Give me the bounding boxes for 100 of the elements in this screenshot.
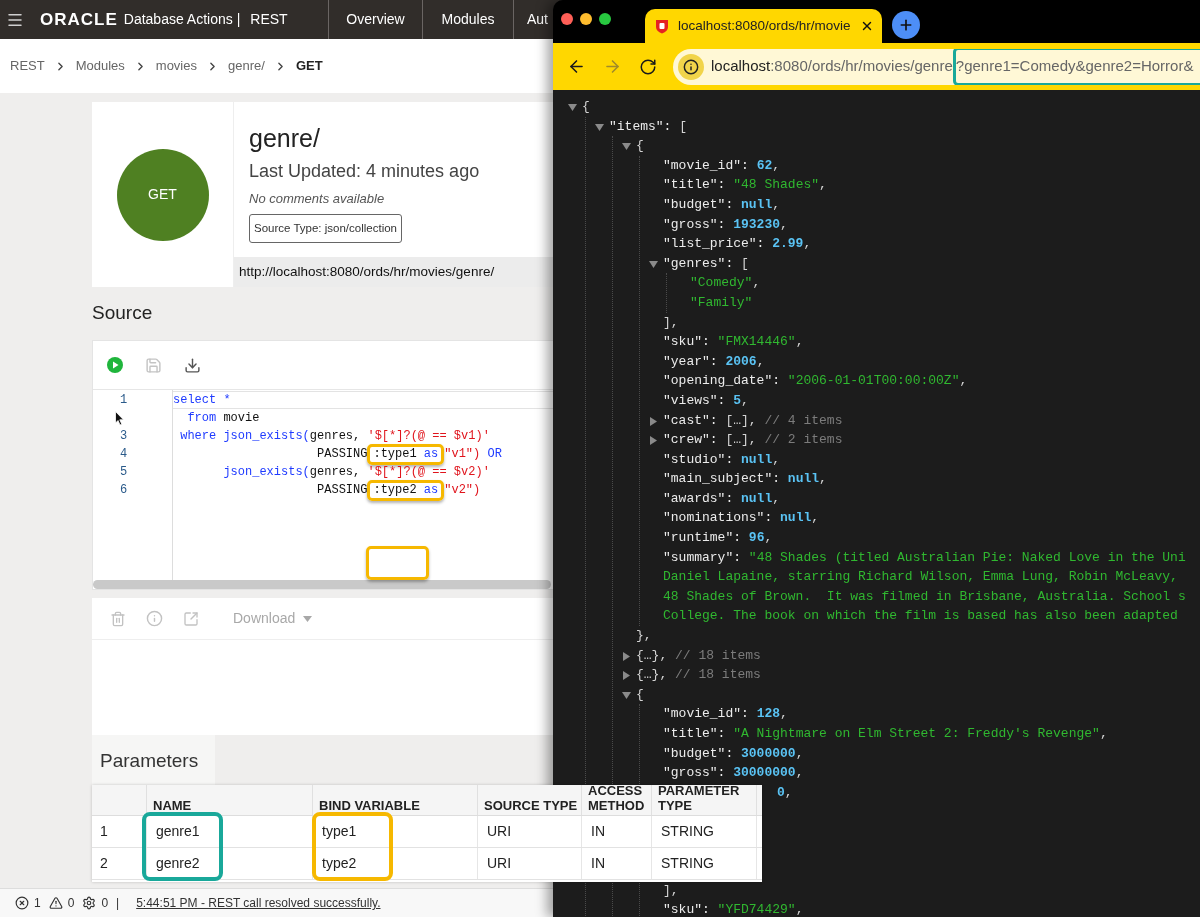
expand-toggle[interactable] <box>649 259 658 269</box>
close-icon[interactable] <box>860 19 874 33</box>
code-line: PASSING :type1 as "v1") OR <box>173 443 502 465</box>
json-line: "gross": 193230, <box>663 216 788 232</box>
column-header: BIND VARIABLE <box>319 798 420 813</box>
table-cell-text: genre2 <box>156 854 200 873</box>
warning-count: 0 <box>67 895 75 912</box>
status-message-link[interactable]: 5:44:51 PM - REST call resolved successfully. <box>136 894 381 912</box>
code-line: where json_exists(genres, '$[*]?(@ == $v1)' <box>179 428 490 445</box>
table-cell-text: type2 <box>322 854 357 873</box>
site-info-icon[interactable] <box>678 53 704 80</box>
line-number: 4 <box>119 446 128 463</box>
json-line: "cast": […], // 4 items <box>663 412 843 428</box>
json-line: "title": "48 Shades", <box>663 177 827 193</box>
line-number: 1 <box>119 392 128 409</box>
new-tab-button[interactable] <box>892 11 920 39</box>
minimize-window-icon[interactable] <box>580 13 592 25</box>
json-line: College. The book on which the film is based has also been adapted <box>663 608 1178 624</box>
json-line: ], <box>663 314 679 330</box>
section-title: Source <box>92 301 153 326</box>
caret-icon <box>303 615 313 622</box>
separator-text: | <box>116 895 120 912</box>
json-line: }, <box>636 628 652 644</box>
json-line: "main_subject": null, <box>663 471 827 487</box>
json-line: 48 Shades of Brown. It was filmed in Brisbane, Australia. School s <box>663 588 1186 604</box>
table-cell-text: URI <box>487 822 512 841</box>
source-type-tag: Source Type: json/collection <box>249 213 402 243</box>
json-line: "sku": "FMX14446", <box>663 334 804 350</box>
handler-url: http://localhost:8080/ords/hr/movies/genre/ <box>239 262 495 281</box>
breadcrumb-item[interactable]: movies <box>155 56 197 76</box>
json-line: "Family" <box>690 294 753 310</box>
settings-count: 0 <box>101 895 109 912</box>
json-line: "opening_date": "2006-01-01T00:00:00Z", <box>663 373 968 389</box>
close-window-icon[interactable] <box>561 13 573 25</box>
json-line: { <box>636 686 644 702</box>
expand-toggle[interactable] <box>568 103 577 112</box>
shield-icon <box>655 18 669 34</box>
line-number: 5 <box>119 464 128 481</box>
error-icon <box>15 896 29 910</box>
tab-title: localhost:8080/ords/hr/movie <box>678 16 851 35</box>
scrollbar[interactable] <box>93 580 551 589</box>
breadcrumb-item[interactable]: genre/ <box>228 56 265 76</box>
json-line: "awards": null, <box>663 490 781 506</box>
expand-toggle[interactable] <box>622 671 631 681</box>
table-cell-text: STRING <box>661 854 714 873</box>
download-icon[interactable] <box>184 356 201 374</box>
json-line: "movie_id": 128, <box>663 706 788 722</box>
table-cell-text: URI <box>487 854 512 873</box>
run-icon[interactable] <box>107 357 123 373</box>
json-line: "runtime": 96, <box>663 530 773 546</box>
json-line: "summary": "48 Shades (titled Australian Pie: Naked Love in the Uni <box>663 549 1186 565</box>
browser-tab[interactable]: localhost:8080/ords/hr/movie <box>645 9 882 43</box>
maximize-window-icon[interactable] <box>599 13 611 25</box>
json-line: "Comedy", <box>690 275 761 291</box>
column-header: NAME <box>153 798 192 813</box>
json-line: "genres": [ <box>663 255 749 271</box>
table-cell-text: genre1 <box>156 822 200 841</box>
handler-title: genre/ <box>249 123 320 154</box>
plus-icon <box>898 17 914 33</box>
expand-toggle[interactable] <box>622 142 631 152</box>
line-number: 6 <box>119 482 128 499</box>
json-line: "budget": 3000000, <box>663 745 804 761</box>
json-line: { <box>636 138 644 154</box>
expand-toggle[interactable] <box>622 690 631 700</box>
json-line: "sku": "YFD74429", <box>663 902 804 917</box>
json-line: Daniel Lapaine, starring Richard Wilson, Emma Lung, Robin McLeavy, <box>663 569 1178 585</box>
expand-toggle[interactable] <box>595 122 604 132</box>
json-line: "studio": null, <box>663 451 781 467</box>
json-line: 0, <box>776 784 793 800</box>
code-line: from movie <box>186 410 260 427</box>
section-title: Parameters <box>100 748 199 773</box>
table-cell-text: IN <box>591 822 605 841</box>
expand-toggle[interactable] <box>649 436 658 446</box>
settings-icon <box>82 896 97 910</box>
breadcrumb-item[interactable]: Modules <box>75 56 125 76</box>
row-number: 1 <box>100 822 108 841</box>
expand-toggle[interactable] <box>649 416 658 426</box>
breadcrumb-item[interactable]: GET <box>295 56 323 76</box>
brand-logo: ORACLE <box>40 11 118 28</box>
json-line: "gross": 30000000, <box>663 765 804 781</box>
json-line: "nominations": null, <box>663 510 820 526</box>
row-number: 2 <box>100 854 108 873</box>
product-name: Database Actions | <box>123 10 241 29</box>
breadcrumb-item[interactable]: REST <box>10 56 45 76</box>
json-line: {…}, // 18 items <box>636 667 761 683</box>
json-line: { <box>582 99 590 114</box>
code-line: select * <box>173 392 231 409</box>
json-line: ], <box>663 882 679 898</box>
column-header: ACCESS METHOD <box>588 783 646 813</box>
comments-text: No comments available <box>249 190 385 208</box>
expand-toggle[interactable] <box>622 651 631 661</box>
reload-icon[interactable] <box>639 57 657 76</box>
section-name: REST <box>250 10 288 29</box>
json-line: "views": 5, <box>663 392 749 408</box>
column-header: SOURCE TYPE <box>484 798 578 813</box>
back-icon[interactable] <box>567 57 586 76</box>
table-cell-text: STRING <box>661 822 714 841</box>
line-number: 3 <box>119 428 128 445</box>
json-line: {…}, // 18 items <box>636 647 761 663</box>
json-line: "title": "A Nightmare on Elm Street 2: Freddy's Revenge", <box>663 726 1108 741</box>
